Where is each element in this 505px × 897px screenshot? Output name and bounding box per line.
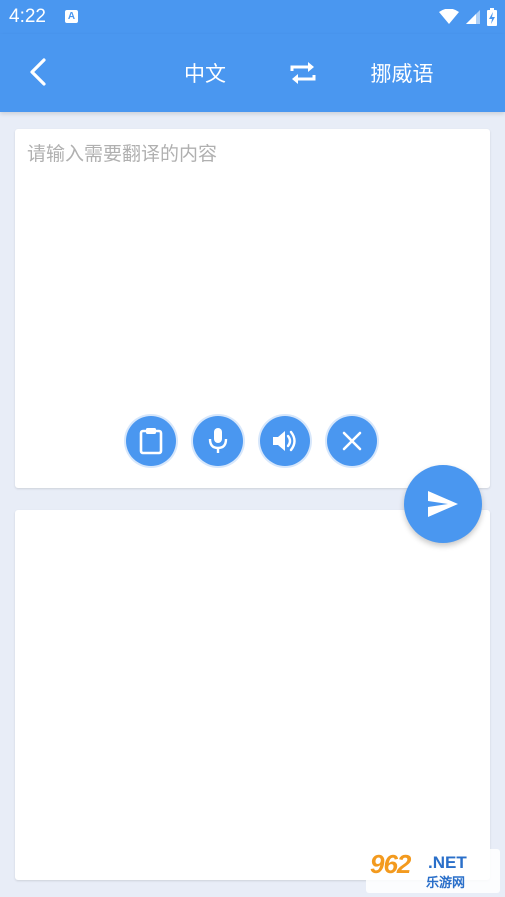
watermark-logo: 962 .NET 乐游网 <box>366 849 500 893</box>
back-button[interactable] <box>22 54 58 90</box>
swap-languages-button[interactable] <box>286 56 320 90</box>
send-icon <box>428 491 458 517</box>
clipboard-icon <box>139 428 163 455</box>
clear-button[interactable] <box>327 416 377 466</box>
speaker-icon <box>273 430 296 452</box>
output-card <box>15 510 490 880</box>
source-language-selector[interactable]: 中文 <box>165 58 245 88</box>
close-icon <box>342 431 362 451</box>
translate-send-button[interactable] <box>404 465 482 543</box>
notification-a-icon: A <box>65 10 78 23</box>
voice-input-button[interactable] <box>193 416 243 466</box>
paste-button[interactable] <box>126 416 176 466</box>
watermark-number: 962 <box>370 849 411 879</box>
target-language-selector[interactable]: 挪威语 <box>356 58 448 88</box>
status-bar: 4:22 A <box>0 0 505 34</box>
microphone-icon <box>208 428 228 453</box>
wifi-icon <box>439 9 459 24</box>
chevron-left-icon <box>30 58 46 86</box>
app-bar: 中文 挪威语 <box>0 34 505 112</box>
battery-charging-icon <box>487 8 497 26</box>
speak-button[interactable] <box>260 416 310 466</box>
watermark-label: 乐游网 <box>426 876 466 891</box>
status-icons <box>439 7 497 27</box>
input-card <box>15 129 490 488</box>
signal-icon <box>466 10 480 24</box>
source-text-input[interactable] <box>27 139 477 399</box>
status-time: 4:22 <box>9 6 46 27</box>
swap-arrows-icon <box>290 62 316 84</box>
watermark-domain: .NET <box>428 853 467 872</box>
